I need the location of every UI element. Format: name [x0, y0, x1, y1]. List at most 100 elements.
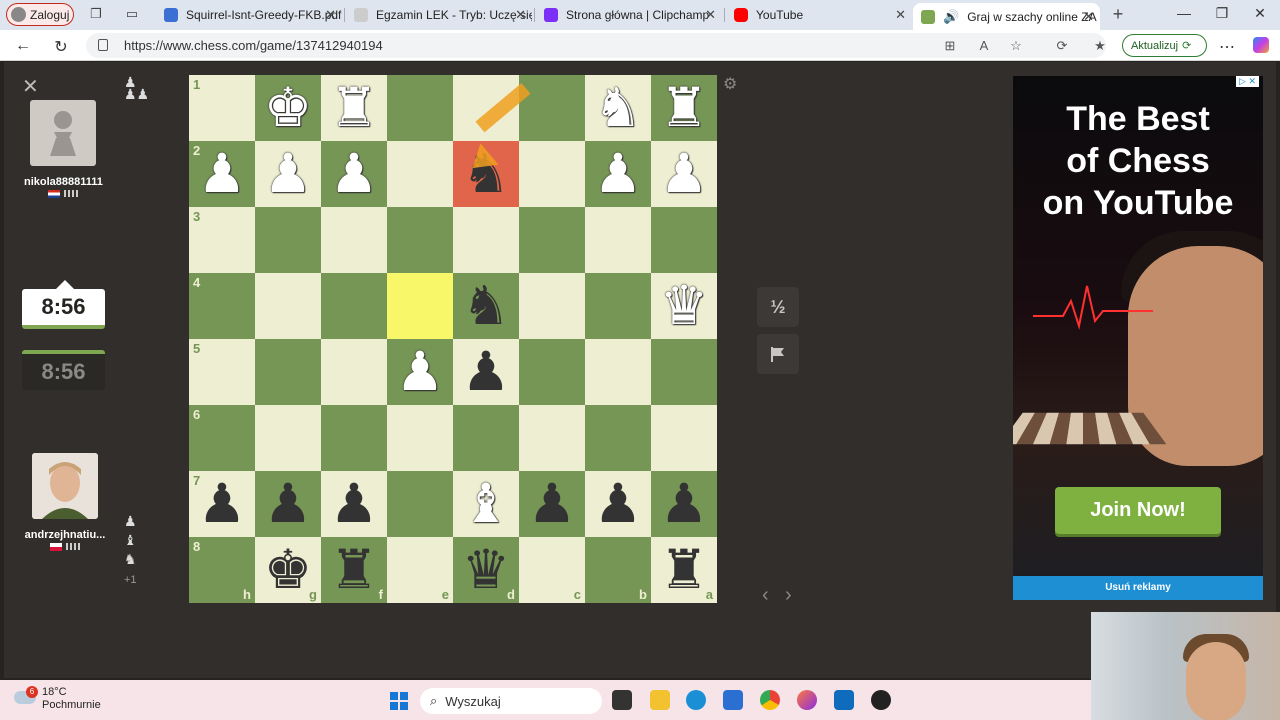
black-rook-icon[interactable]: ♜	[651, 537, 717, 603]
black-queen-icon[interactable]: ♛	[453, 537, 519, 603]
tab-clipchamp[interactable]: Strona główna | Clipchamp ✕	[536, 3, 722, 27]
square-h8[interactable]: 8h	[189, 537, 255, 603]
square-c5[interactable]	[519, 339, 585, 405]
avatar[interactable]	[32, 453, 98, 519]
black-pawn-icon[interactable]: ♟	[585, 471, 651, 537]
square-g7[interactable]: ♟	[255, 471, 321, 537]
square-b3[interactable]	[585, 207, 651, 273]
square-f3[interactable]	[321, 207, 387, 273]
white-pawn-icon[interactable]: ♟	[255, 141, 321, 207]
square-b4[interactable]	[585, 273, 651, 339]
square-c6[interactable]	[519, 405, 585, 471]
square-f2[interactable]: ♟	[321, 141, 387, 207]
workspaces-icon[interactable]: ❐	[88, 6, 104, 22]
square-a3[interactable]	[651, 207, 717, 273]
ad-choices-icon[interactable]: ▷ ✕	[1236, 76, 1259, 87]
windows-start-icon[interactable]	[390, 692, 408, 710]
square-d7[interactable]: ♝	[453, 471, 519, 537]
square-h1[interactable]: 1	[189, 75, 255, 141]
square-b1[interactable]: ♞	[585, 75, 651, 141]
square-f5[interactable]	[321, 339, 387, 405]
store-icon[interactable]	[723, 690, 743, 710]
square-a8[interactable]: a ♜	[651, 537, 717, 603]
white-pawn-icon[interactable]: ♟	[585, 141, 651, 207]
close-tab-icon[interactable]: ✕	[705, 7, 716, 23]
chrome-icon[interactable]	[760, 690, 780, 710]
taskbar-search[interactable]: ⌕ Wyszukaj	[420, 688, 602, 714]
square-f8[interactable]: f ♜	[321, 537, 387, 603]
black-king-icon[interactable]: ♚	[255, 537, 321, 603]
tab-egzamin[interactable]: Egzamin LEK - Tryb: Uczę się - T ✕	[346, 3, 532, 27]
new-tab-icon[interactable]: +	[1110, 5, 1126, 23]
square-a5[interactable]	[651, 339, 717, 405]
favorites-icon[interactable]: ★	[1092, 38, 1108, 54]
white-queen-icon[interactable]: ♛	[651, 273, 717, 339]
square-c8[interactable]: c	[519, 537, 585, 603]
update-button[interactable]: Aktualizuj ⟳	[1122, 34, 1207, 57]
square-c1[interactable]	[519, 75, 585, 141]
white-king-icon[interactable]: ♚	[255, 75, 321, 141]
white-rook-icon[interactable]: ♜	[651, 75, 717, 141]
tab-youtube[interactable]: YouTube ✕	[726, 3, 912, 27]
back-icon[interactable]: ←	[14, 37, 32, 55]
square-h7[interactable]: 7 ♟	[189, 471, 255, 537]
square-c7[interactable]: ♟	[519, 471, 585, 537]
edge-icon[interactable]	[686, 690, 706, 710]
square-h6[interactable]: 6	[189, 405, 255, 471]
square-g1[interactable]: ♚	[255, 75, 321, 141]
square-g8[interactable]: g ♚	[255, 537, 321, 603]
offer-draw-button[interactable]: ½	[757, 287, 799, 327]
obs-icon[interactable]	[871, 690, 891, 710]
white-pawn-icon[interactable]: ♟	[321, 141, 387, 207]
extensions-icon[interactable]: ⟳	[1054, 38, 1070, 54]
square-f1[interactable]: ♜	[321, 75, 387, 141]
square-b8[interactable]: b	[585, 537, 651, 603]
square-h2[interactable]: 2 ♟	[189, 141, 255, 207]
square-e8[interactable]: e	[387, 537, 453, 603]
square-f6[interactable]	[321, 405, 387, 471]
square-c3[interactable]	[519, 207, 585, 273]
square-g6[interactable]	[255, 405, 321, 471]
black-pawn-icon[interactable]: ♟	[651, 471, 717, 537]
firefox-icon[interactable]	[797, 690, 817, 710]
square-h3[interactable]: 3	[189, 207, 255, 273]
square-a1[interactable]: ♜	[651, 75, 717, 141]
square-a6[interactable]	[651, 405, 717, 471]
black-pawn-icon[interactable]: ♟	[519, 471, 585, 537]
app-icon[interactable]: ⊞	[942, 38, 958, 54]
chess-board[interactable]: 1 ♚ ♜ ♞ ♜ 2 ♟ ♟ ♟ ♞ ♟ ♟ 3 4 ♞ ♛ 5 ♟ ♟ 6 7 ♟ ♟ ♟ ♝ ♟ ♟ ♟ 8 h g ♚ f ♜ e d ♛ c b a…	[189, 75, 717, 603]
top-player-name[interactable]: nikola88881111	[24, 176, 103, 188]
black-pawn-icon[interactable]: ♟	[453, 339, 519, 405]
task-view-icon[interactable]	[612, 690, 632, 710]
black-rook-icon[interactable]: ♜	[321, 537, 387, 603]
close-tab-icon[interactable]: ✕	[515, 7, 526, 23]
white-bishop-icon[interactable]: ♝	[453, 471, 519, 537]
square-h4[interactable]: 4	[189, 273, 255, 339]
square-g3[interactable]	[255, 207, 321, 273]
black-pawn-icon[interactable]: ♟	[255, 471, 321, 537]
black-pawn-icon[interactable]: ♟	[189, 471, 255, 537]
profile-button[interactable]: Zaloguj	[6, 3, 74, 26]
white-rook-icon[interactable]: ♜	[321, 75, 387, 141]
square-e1[interactable]	[387, 75, 453, 141]
url-field[interactable]: https://www.chess.com/game/137412940194 …	[86, 33, 1106, 58]
square-g4[interactable]	[255, 273, 321, 339]
tab-chess[interactable]: 🔊 Graj w szachy online ZA D ✕	[913, 3, 1100, 30]
square-e4[interactable]	[387, 273, 453, 339]
advertisement[interactable]: ▷ ✕ The Best of Chess on YouTube Join No…	[1013, 76, 1263, 600]
speaker-icon[interactable]: 🔊	[943, 9, 959, 25]
square-d8[interactable]: d ♛	[453, 537, 519, 603]
read-aloud-icon[interactable]: A	[976, 38, 992, 53]
remove-ads-link[interactable]: Usuń reklamy	[1013, 576, 1263, 600]
close-tab-icon[interactable]: ✕	[1083, 9, 1094, 25]
square-d4[interactable]: ♞	[453, 273, 519, 339]
close-tab-icon[interactable]: ✕	[325, 7, 336, 23]
black-knight-icon[interactable]: ♞	[453, 273, 519, 339]
window-close-icon[interactable]: ✕	[1250, 5, 1270, 22]
square-a4[interactable]: ♛	[651, 273, 717, 339]
square-e6[interactable]	[387, 405, 453, 471]
outlook-icon[interactable]	[834, 690, 854, 710]
square-b5[interactable]	[585, 339, 651, 405]
close-tab-icon[interactable]: ✕	[895, 7, 906, 23]
square-b6[interactable]	[585, 405, 651, 471]
